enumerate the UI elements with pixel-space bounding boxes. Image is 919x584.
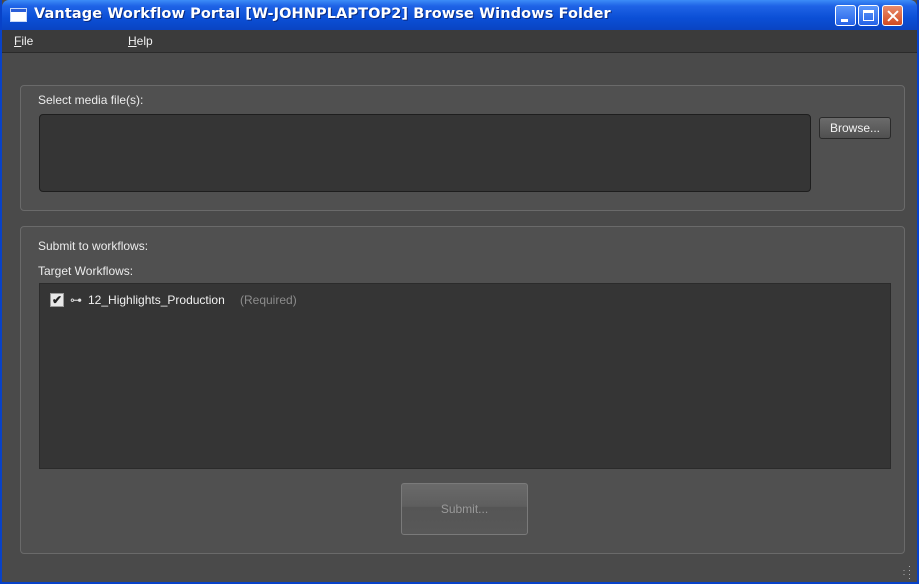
- minimize-button[interactable]: [835, 5, 856, 26]
- submit-to-workflows-label: Submit to workflows:: [38, 239, 149, 253]
- app-window-icon: [10, 8, 27, 22]
- workflow-icon: ⊶: [70, 293, 82, 307]
- submit-button[interactable]: Submit...: [401, 483, 528, 535]
- browse-button[interactable]: Browse...: [819, 117, 891, 139]
- media-selection-panel: Select media file(s): Browse...: [20, 85, 905, 211]
- title-bar[interactable]: Vantage Workflow Portal [W-JOHNPLAPTOP2]…: [2, 0, 917, 30]
- workflow-required-note: (Required): [240, 293, 297, 307]
- maximize-button[interactable]: [858, 5, 879, 26]
- submit-workflows-panel: Submit to workflows: Target Workflows: ✔…: [20, 226, 905, 554]
- window-title: Vantage Workflow Portal [W-JOHNPLAPTOP2]…: [34, 6, 611, 22]
- menu-help[interactable]: Help: [128, 34, 153, 48]
- close-button[interactable]: [882, 5, 903, 26]
- target-workflows-label: Target Workflows:: [38, 264, 134, 278]
- app-window: Vantage Workflow Portal [W-JOHNPLAPTOP2]…: [0, 0, 919, 584]
- resize-grip-icon[interactable]: · · · · · ·: [899, 562, 912, 583]
- media-file-list[interactable]: [39, 114, 811, 192]
- select-media-label: Select media file(s):: [38, 93, 144, 107]
- workflow-checkbox[interactable]: ✔: [50, 293, 64, 307]
- menu-file[interactable]: File: [14, 34, 33, 48]
- target-workflows-list[interactable]: ✔ ⊶ 12_Highlights_Production (Required): [39, 283, 891, 469]
- workflow-name: 12_Highlights_Production: [88, 293, 225, 307]
- menu-bar: File Help: [2, 30, 917, 53]
